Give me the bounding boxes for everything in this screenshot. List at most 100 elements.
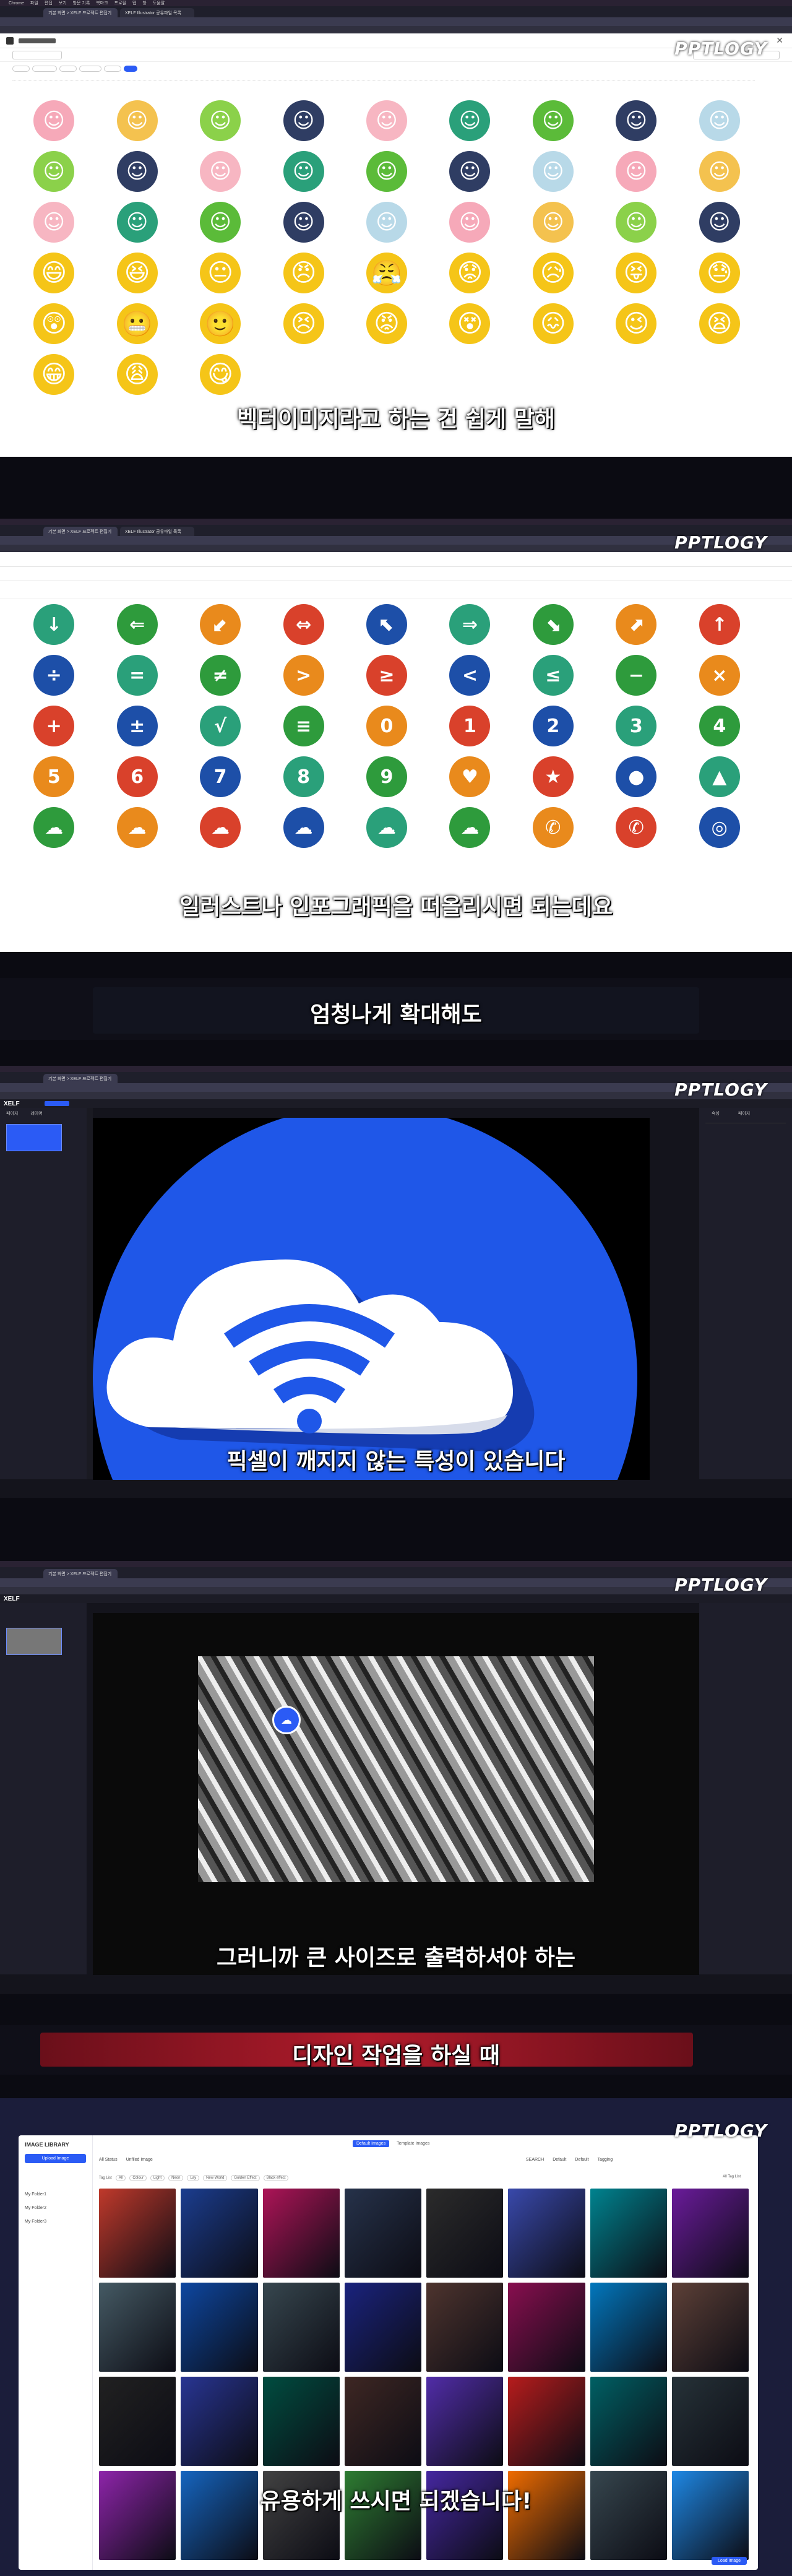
emoji-icon[interactable]: 😣 <box>262 298 345 349</box>
avatar-icon[interactable]: ☺ <box>428 197 511 248</box>
tag-chip[interactable]: Light <box>150 2175 165 2181</box>
avatar-icon[interactable]: ☺ <box>595 95 678 146</box>
property-fields[interactable] <box>705 1123 786 1160</box>
browser-tab[interactable]: 기본 화면 > XELF 프로젝트 편집기 <box>43 1569 118 1578</box>
library-photo[interactable] <box>344 2377 421 2466</box>
symbol-icon[interactable]: 1 <box>428 701 511 751</box>
tag-chip[interactable] <box>59 66 77 72</box>
upload-button[interactable]: Upload Image <box>25 2154 86 2163</box>
folder-item[interactable]: My Folder2 <box>25 2202 86 2215</box>
avatar-icon[interactable]: ☺ <box>345 146 428 197</box>
avatar-icon[interactable]: ☺ <box>262 95 345 146</box>
avatar-icon[interactable]: ☺ <box>595 197 678 248</box>
emoji-icon[interactable]: 😓 <box>678 248 761 298</box>
library-photo[interactable] <box>344 2283 421 2372</box>
tab-page[interactable]: 페이지 <box>738 1110 750 1117</box>
tab-all-status[interactable]: All Status <box>99 2158 118 2162</box>
emoji-icon[interactable]: 😠 <box>262 248 345 298</box>
menu-tab[interactable]: 탭 <box>132 0 136 6</box>
page-thumbnail[interactable] <box>6 1124 62 1151</box>
symbol-icon[interactable]: ● <box>595 751 678 802</box>
browser-tab[interactable]: 기본 화면 > XELF 프로젝트 편집기 <box>43 1074 118 1083</box>
avatar-icon[interactable]: ☺ <box>428 146 511 197</box>
sort-select[interactable]: Default <box>575 2158 588 2162</box>
emoji-icon[interactable]: 😋 <box>179 349 262 400</box>
library-photo[interactable] <box>426 2283 504 2372</box>
library-photo[interactable] <box>590 2377 667 2466</box>
avatar-icon[interactable]: ☺ <box>345 95 428 146</box>
all-tag-list[interactable]: All Tag List <box>723 2175 741 2179</box>
library-photo[interactable] <box>508 2189 585 2278</box>
library-photo[interactable] <box>99 2283 176 2372</box>
symbol-icon[interactable]: ≠ <box>179 650 262 701</box>
emoji-icon[interactable]: 😲 <box>12 298 95 349</box>
emoji-icon[interactable]: 😩 <box>95 349 178 400</box>
menu-view[interactable]: 보기 <box>59 0 67 6</box>
library-photo[interactable] <box>508 2283 585 2372</box>
symbol-icon[interactable]: + <box>12 701 95 751</box>
browser-tab[interactable]: 기본 화면 > XELF 프로젝트 편집기 <box>43 8 118 17</box>
tab-template-images[interactable]: Template Images <box>393 2140 433 2147</box>
symbol-icon[interactable]: ☁ <box>95 802 178 853</box>
library-photo[interactable] <box>590 2189 667 2278</box>
address-bar[interactable] <box>0 536 792 545</box>
library-photo[interactable] <box>99 2377 176 2466</box>
symbol-icon[interactable]: ⇔ <box>262 599 345 650</box>
avatar-icon[interactable]: ☺ <box>179 197 262 248</box>
tag-chip[interactable]: Colour <box>129 2175 147 2181</box>
emoji-icon[interactable]: 😥 <box>512 248 595 298</box>
tag-chip[interactable] <box>104 66 121 72</box>
menu-bookmarks[interactable]: 북마크 <box>96 0 108 6</box>
symbol-icon[interactable]: 8 <box>262 751 345 802</box>
tag-chip-active[interactable] <box>124 66 137 72</box>
emoji-icon[interactable]: 😵 <box>428 298 511 349</box>
avatar-icon[interactable]: ☺ <box>179 146 262 197</box>
address-bar[interactable] <box>0 1083 792 1092</box>
menu-profile[interactable]: 프로필 <box>114 0 126 6</box>
browser-tab[interactable]: XELF Illustrator 공유파일 목록 <box>120 527 194 536</box>
menu-history[interactable]: 방문 기록 <box>73 0 90 6</box>
emoji-icon[interactable]: 😆 <box>95 248 178 298</box>
symbol-icon[interactable]: < <box>428 650 511 701</box>
symbol-icon[interactable]: 4 <box>678 701 761 751</box>
library-photo[interactable] <box>181 2283 258 2372</box>
library-photo[interactable] <box>508 2377 585 2466</box>
sort-select[interactable]: Default <box>553 2158 566 2162</box>
menu-file[interactable]: 파일 <box>30 0 38 6</box>
folder-item[interactable]: My Folder3 <box>25 2215 86 2229</box>
avatar-icon[interactable]: ☺ <box>262 146 345 197</box>
emoji-icon[interactable]: 😉 <box>595 298 678 349</box>
subcategory-chip-row[interactable] <box>12 75 755 81</box>
library-photo[interactable] <box>99 2189 176 2278</box>
menu-app[interactable]: Chrome <box>9 1 24 6</box>
symbol-icon[interactable]: 6 <box>95 751 178 802</box>
avatar-icon[interactable]: ☺ <box>12 95 95 146</box>
avatar-icon[interactable]: ☺ <box>512 95 595 146</box>
avatar-icon[interactable]: ☺ <box>345 197 428 248</box>
emoji-icon[interactable]: 😟 <box>428 248 511 298</box>
page-thumbnail[interactable] <box>6 1628 62 1655</box>
avatar-icon[interactable]: ☺ <box>512 146 595 197</box>
avatar-icon[interactable]: ☺ <box>262 197 345 248</box>
tab-layers[interactable]: 레이어 <box>30 1110 42 1117</box>
avatar-icon[interactable]: ☺ <box>95 146 178 197</box>
load-image-button[interactable]: Load Image <box>712 2557 747 2565</box>
library-photo[interactable] <box>671 2189 749 2278</box>
symbol-icon[interactable]: ⇐ <box>95 599 178 650</box>
avatar-icon[interactable]: ☺ <box>12 197 95 248</box>
emoji-icon[interactable]: 😐 <box>179 248 262 298</box>
emoji-icon[interactable]: 😤 <box>345 248 428 298</box>
tag-chip[interactable] <box>32 66 57 72</box>
symbol-icon[interactable]: √ <box>179 701 262 751</box>
library-photo[interactable] <box>344 2189 421 2278</box>
symbol-icon[interactable]: ✆ <box>512 802 595 853</box>
symbol-icon[interactable]: = <box>95 650 178 701</box>
symbol-icon[interactable]: ☁ <box>428 802 511 853</box>
symbol-icon[interactable]: ≥ <box>345 650 428 701</box>
emoji-icon[interactable]: 😖 <box>512 298 595 349</box>
avatar-icon[interactable]: ☺ <box>678 197 761 248</box>
symbol-icon[interactable]: ◎ <box>678 802 761 853</box>
symbol-icon[interactable]: 3 <box>595 701 678 751</box>
symbol-icon[interactable]: > <box>262 650 345 701</box>
emoji-icon[interactable]: 😬 <box>95 298 178 349</box>
